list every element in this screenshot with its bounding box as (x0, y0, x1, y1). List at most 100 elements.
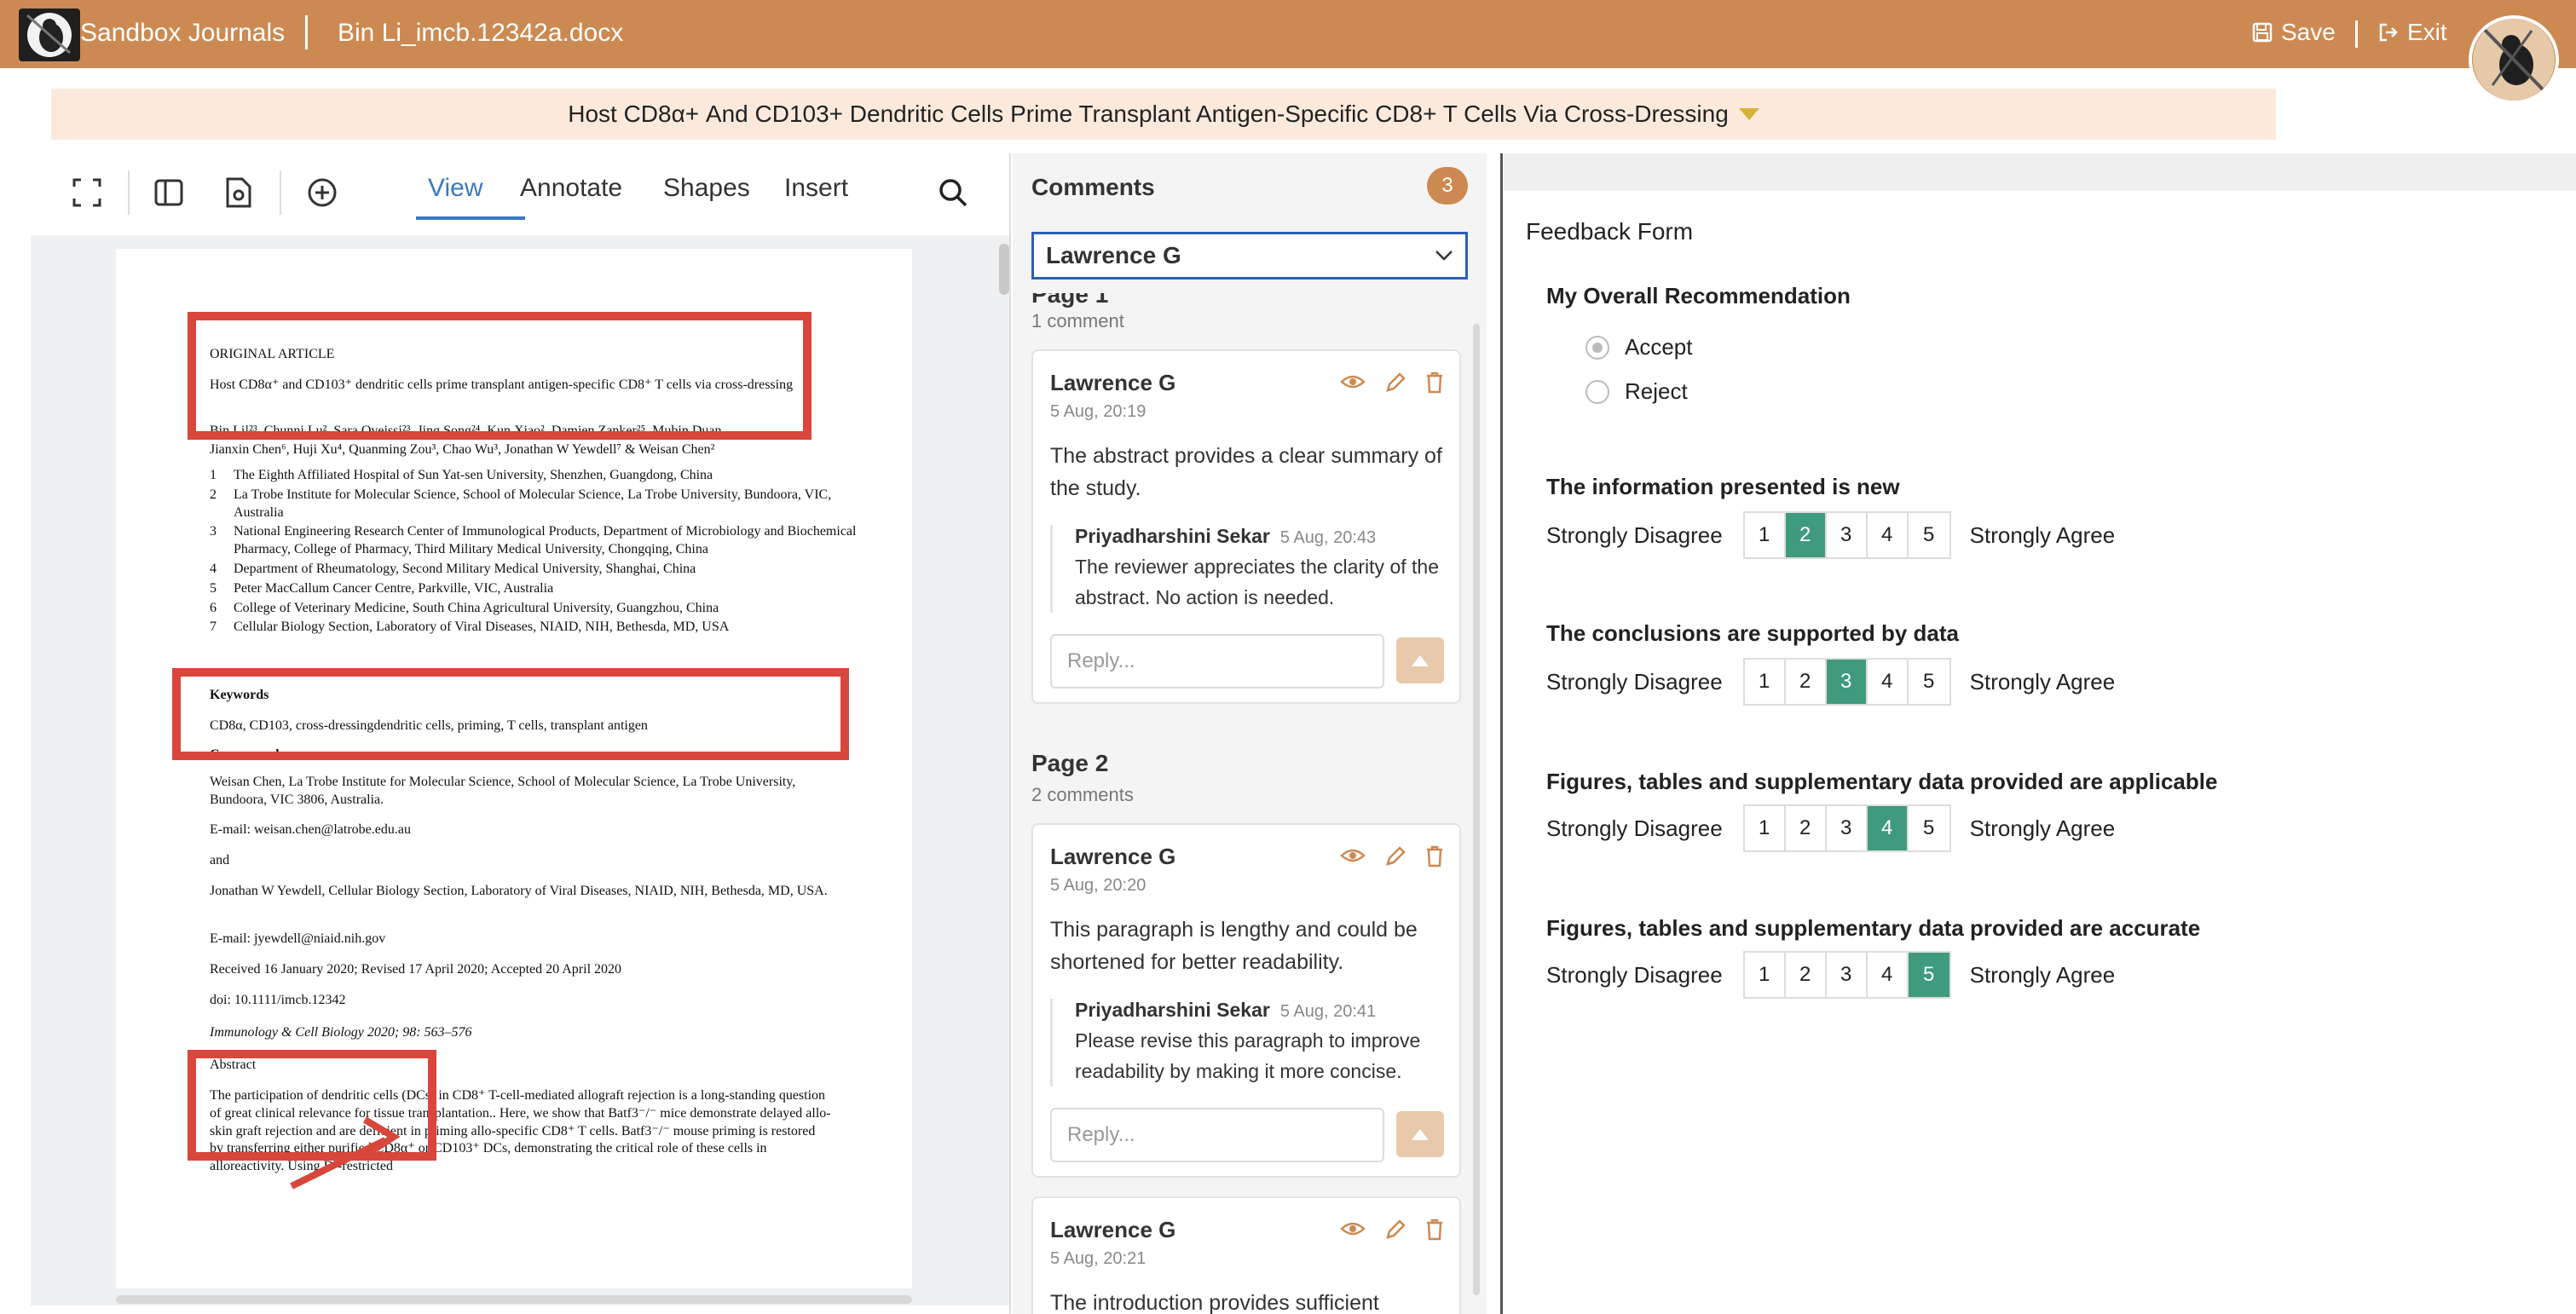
reply-input[interactable]: Reply... (1050, 634, 1384, 689)
trash-icon[interactable] (1425, 1219, 1444, 1241)
top-bar: Sandbox Journals Bin Li_imcb.12342a.docx… (0, 0, 2576, 104)
file-settings-icon[interactable] (220, 174, 257, 211)
scale-option-5[interactable]: 5 (1909, 513, 1949, 557)
scale-option-2[interactable]: 2 (1786, 953, 1827, 997)
eye-icon[interactable] (1340, 845, 1366, 866)
app-title[interactable]: Sandbox Journals (80, 19, 285, 48)
vertical-scrollbar[interactable] (999, 244, 1009, 295)
toolbar-divider (280, 170, 281, 215)
doi: doi: 10.1111/imcb.12342 (210, 993, 346, 1007)
scale-option-4[interactable]: 4 (1868, 953, 1909, 997)
caret-down-icon[interactable] (1738, 108, 1759, 120)
scale-option-4[interactable]: 4 (1868, 513, 1909, 557)
radio-button[interactable] (1585, 335, 1609, 360)
page-heading: Page 1 (1031, 293, 1109, 308)
scale-option-1[interactable]: 1 (1745, 806, 1786, 850)
document-name: Bin Li_imcb.12342a.docx (338, 19, 624, 47)
scale-options: 1 2 3 4 5 (1742, 511, 1951, 559)
comment-text: The abstract provides a clear summary of… (1050, 444, 1442, 500)
reply-input[interactable]: Reply... (1050, 1108, 1384, 1162)
scale-option-5[interactable]: 5 (1909, 660, 1949, 704)
scale-low-label: Strongly Disagree (1546, 815, 1723, 841)
scale-option-2[interactable]: 2 (1786, 660, 1827, 704)
exit-button[interactable]: Exit (2378, 19, 2447, 46)
affiliation-item: 4 Department of Rheumatology, Second Mili… (210, 561, 696, 576)
scale-option-3[interactable]: 3 (1827, 953, 1868, 997)
scale-option-5[interactable]: 5 (1908, 953, 1949, 997)
received-dates: Received 16 January 2020; Revised 17 Apr… (210, 962, 622, 977)
chevron-down-icon (1435, 251, 1453, 261)
annotation-rectangle[interactable] (172, 668, 849, 760)
scale-low-label: Strongly Disagree (1546, 961, 1723, 988)
comment-time: 5 Aug, 20:20 (1050, 876, 1146, 895)
search-icon[interactable] (934, 174, 972, 211)
scale-option-1[interactable]: 1 (1745, 513, 1786, 557)
affiliation-item: 2 La Trobe Institute for Molecular Scienc… (210, 487, 832, 520)
tab-shapes[interactable]: Shapes (663, 174, 750, 203)
scale-option-2[interactable]: 2 (1785, 513, 1827, 557)
trash-icon[interactable] (1425, 372, 1444, 394)
scale-option-4[interactable]: 4 (1867, 806, 1909, 850)
trash-icon[interactable] (1425, 845, 1444, 867)
correspondence-1: Weisan Chen, La Trobe Institute for Mole… (210, 775, 796, 807)
comment-time: 5 Aug, 20:19 (1050, 402, 1146, 421)
scale-option-5[interactable]: 5 (1909, 806, 1949, 850)
scale-option-2[interactable]: 2 (1786, 806, 1827, 850)
scale-option-4[interactable]: 4 (1868, 660, 1909, 704)
comment-reply: Priyadharshini Sekar 5 Aug, 20:43 The rev… (1050, 525, 1451, 613)
comments-header: Comments (1031, 174, 1155, 200)
app-logo[interactable] (19, 9, 80, 61)
affiliations-list: 1 The Eighth Affiliated Hospital of Sun Y… (210, 467, 866, 638)
scale-options: 1 2 3 4 5 (1742, 658, 1951, 706)
rating-scale: Strongly Disagree 1 2 3 4 5 Strongly Agr… (1546, 951, 2115, 999)
document-viewer: View Annotate Shapes Insert ORIGINAL ART… (31, 153, 1009, 1305)
scale-high-label: Strongly Agree (1969, 522, 2116, 548)
rating-question: The conclusions are supported by data (1546, 620, 1959, 646)
pencil-icon[interactable] (1384, 1219, 1406, 1241)
affiliation-item: 5 Peter MacCallum Cancer Centre, Parkvill… (210, 580, 554, 596)
annotation-arrow[interactable] (283, 1115, 402, 1191)
eye-icon[interactable] (1340, 372, 1366, 392)
comment-card[interactable]: Lawrence G 5 Aug, 20:20 This paragraph i… (1031, 823, 1461, 1178)
scale-option-1[interactable]: 1 (1745, 953, 1786, 997)
radio-reject[interactable]: Reject (1585, 378, 1688, 405)
scale-option-3[interactable]: 3 (1827, 513, 1868, 557)
pencil-icon[interactable] (1384, 372, 1406, 394)
comment-text: The introduction provides sufficient (1050, 1291, 1379, 1314)
add-circle-icon[interactable] (303, 174, 341, 211)
journal-citation: Immunology & Cell Biology 2020; 98: 563–… (210, 1025, 472, 1040)
fullscreen-icon[interactable] (68, 174, 106, 211)
tab-view[interactable]: View (428, 174, 482, 203)
scale-option-3[interactable]: 3 (1826, 660, 1868, 704)
scale-option-3[interactable]: 3 (1827, 806, 1868, 850)
horizontal-scrollbar[interactable] (116, 1295, 912, 1304)
document-page[interactable]: ORIGINAL ARTICLE Host CD8α⁺ and CD103⁺ d… (116, 249, 912, 1288)
comment-count-badge: 3 (1427, 167, 1468, 205)
reviewer-select[interactable]: Lawrence G (1031, 232, 1468, 280)
comments-scrollbar[interactable] (1473, 324, 1480, 1295)
manuscript-title-banner[interactable]: Host CD8α+ And CD103+ Dendritic Cells Pr… (51, 89, 2276, 140)
annotation-rectangle[interactable] (188, 312, 811, 440)
document-canvas[interactable]: ORIGINAL ARTICLE Host CD8α⁺ and CD103⁺ d… (31, 235, 1009, 1305)
sidebar-icon[interactable] (150, 174, 188, 211)
radio-button[interactable] (1585, 379, 1609, 404)
radio-accept[interactable]: Accept (1585, 334, 1693, 360)
user-avatar[interactable] (2469, 15, 2559, 104)
comment-card[interactable]: Lawrence G 5 Aug, 20:19 The abstract pro… (1031, 349, 1461, 704)
comment-card[interactable]: Lawrence G 5 Aug, 20:21 The introduction… (1031, 1196, 1461, 1314)
tab-annotate[interactable]: Annotate (520, 174, 622, 203)
eye-icon[interactable] (1340, 1219, 1366, 1239)
tab-insert[interactable]: Insert (784, 174, 848, 203)
rating-question: Figures, tables and supplementary data p… (1546, 769, 2218, 794)
pencil-icon[interactable] (1384, 845, 1406, 867)
send-arrow-icon (1412, 655, 1429, 666)
comments-list[interactable]: Page 1 1 comment Lawrence G 5 Aug, 20:19… (1013, 293, 1487, 1314)
scale-high-label: Strongly Agree (1969, 815, 2116, 841)
comment-actions (1340, 845, 1444, 867)
send-reply-button[interactable] (1396, 1111, 1444, 1157)
affiliation-item: 6 College of Veterinary Medicine, South C… (210, 600, 719, 615)
save-button[interactable]: Save (2252, 19, 2336, 46)
scale-option-1[interactable]: 1 (1745, 660, 1786, 704)
send-reply-button[interactable] (1396, 637, 1444, 683)
and-text: and (210, 853, 230, 867)
